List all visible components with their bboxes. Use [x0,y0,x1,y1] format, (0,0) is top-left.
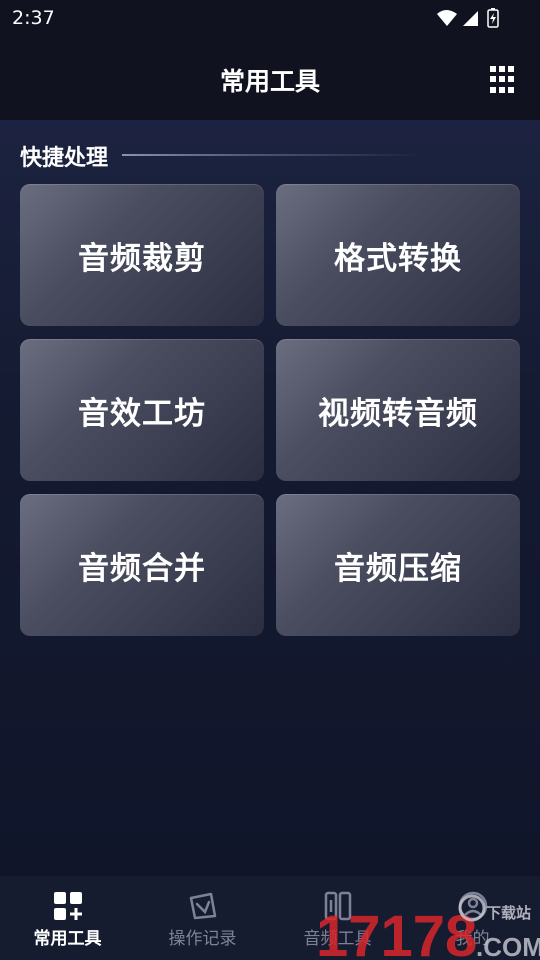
tool-card-label: 音频合并 [78,550,206,587]
nav-label: 音频工具 [303,929,372,949]
audio-tool-icon [324,891,352,921]
tool-card-audio-compress[interactable]: 音频压缩 [276,494,520,636]
nav-item-profile[interactable]: 我的 [405,876,540,960]
nav-item-audio-tools[interactable]: 音频工具 [270,876,405,960]
tool-card-audio-trim[interactable]: 音频裁剪 [20,184,264,326]
main-content: 快捷处理 音频裁剪 格式转换 音效工坊 视频转音频 音频合并 音频压缩 [0,120,540,876]
cell-signal-icon [463,11,478,26]
page-title: 常用工具 [219,67,320,96]
record-icon [189,892,217,920]
section-title: 快捷处理 [20,146,109,171]
nav-item-operation-records[interactable]: 操作记录 [135,876,270,960]
tool-card-label: 视频转音频 [318,395,478,432]
tool-card-label: 音效工坊 [78,395,206,432]
tool-card-label: 音频裁剪 [78,240,206,277]
battery-icon [487,8,499,28]
tool-card-video-to-audio[interactable]: 视频转音频 [276,339,520,481]
app-header: 常用工具 [0,38,540,120]
status-icons [437,8,499,28]
bottom-nav: 常用工具 操作记录 音频工具 我的 [0,876,540,960]
grid-plus-icon [54,892,82,920]
status-bar: 2:37 [0,0,540,38]
tool-card-format-convert[interactable]: 格式转换 [276,184,520,326]
tool-card-sound-effects[interactable]: 音效工坊 [20,339,264,481]
nav-label: 我的 [455,929,490,949]
nav-item-common-tools[interactable]: 常用工具 [0,876,135,960]
profile-icon [458,891,488,921]
grid-menu-button[interactable] [490,66,518,94]
status-time: 2:37 [12,7,55,29]
section-header: 快捷处理 [20,140,520,172]
tool-card-label: 格式转换 [334,240,462,277]
tool-card-audio-merge[interactable]: 音频合并 [20,494,264,636]
grid-menu-icon [490,66,496,72]
wifi-icon [437,10,457,26]
nav-label: 常用工具 [33,929,102,949]
nav-label: 操作记录 [168,929,237,949]
section-divider [122,154,422,156]
tool-card-label: 音频压缩 [334,550,462,587]
